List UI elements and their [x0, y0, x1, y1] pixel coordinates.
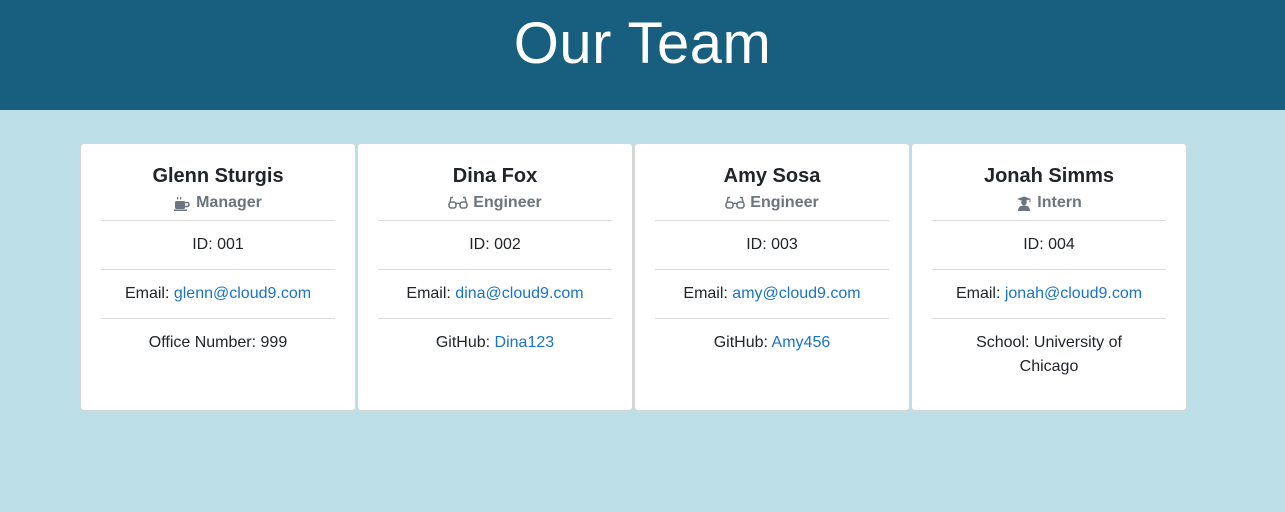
page-title: Our Team — [513, 10, 772, 76]
id-label: ID: — [469, 236, 495, 253]
github-link[interactable]: Amy456 — [772, 334, 831, 351]
employee-name: Jonah Simms — [983, 165, 1115, 187]
card-header: Amy Sosa Engineer — [655, 144, 889, 221]
office-number-row: Office Number: 999 — [101, 319, 335, 367]
email-label: Email: — [955, 285, 1005, 302]
github-label: GitHub: — [435, 334, 495, 351]
card-header: Dina Fox Engineer — [378, 144, 612, 221]
team-cards: Glenn Sturgis Manager ID: 001 Email: gle… — [80, 143, 1187, 411]
id-value: 002 — [494, 236, 521, 253]
id-row: ID: 001 — [101, 221, 335, 270]
school-label: School: — [976, 334, 1034, 351]
graduate-icon — [1016, 196, 1032, 211]
email-link[interactable]: amy@cloud9.com — [732, 285, 860, 302]
glasses-icon — [448, 196, 469, 210]
employee-role: Manager — [101, 192, 335, 214]
employee-role: Engineer — [378, 192, 612, 214]
card-header: Jonah Simms Intern — [932, 144, 1166, 221]
github-row: GitHub: Dina123 — [378, 319, 612, 367]
email-label: Email: — [683, 285, 733, 302]
id-row: ID: 004 — [932, 221, 1166, 270]
employee-name: Dina Fox — [452, 165, 538, 187]
employee-name: Glenn Sturgis — [152, 165, 284, 187]
id-row: ID: 002 — [378, 221, 612, 270]
email-row: Email: dina@cloud9.com — [378, 270, 612, 319]
page-header: Our Team — [0, 0, 1285, 110]
email-row: Email: jonah@cloud9.com — [932, 270, 1166, 319]
id-label: ID: — [192, 236, 218, 253]
github-link[interactable]: Dina123 — [495, 334, 555, 351]
id-value: 003 — [771, 236, 798, 253]
role-label: Engineer — [750, 194, 819, 211]
email-link[interactable]: jonah@cloud9.com — [1005, 285, 1142, 302]
email-link[interactable]: dina@cloud9.com — [455, 285, 583, 302]
office-number-value: 999 — [260, 334, 288, 351]
role-label: Engineer — [473, 194, 542, 211]
glasses-icon — [725, 196, 746, 210]
email-row: Email: amy@cloud9.com — [655, 270, 889, 319]
employee-card-intern: Jonah Simms Intern ID: 004 Email: jonah@… — [911, 143, 1187, 411]
github-label: GitHub: — [713, 334, 772, 351]
id-row: ID: 003 — [655, 221, 889, 270]
github-row: GitHub: Amy456 — [655, 319, 889, 367]
email-label: Email: — [124, 285, 174, 302]
email-label: Email: — [406, 285, 456, 302]
card-header: Glenn Sturgis Manager — [101, 144, 335, 221]
school-value: University of Chicago — [1019, 334, 1122, 375]
employee-role: Intern — [932, 192, 1166, 214]
school-row: School: University of Chicago — [932, 319, 1166, 391]
role-label: Manager — [196, 194, 262, 211]
employee-name: Amy Sosa — [723, 165, 821, 187]
employee-card-engineer: Dina Fox Engineer ID: 002 Email: dina@cl… — [357, 143, 633, 411]
email-link[interactable]: glenn@cloud9.com — [174, 285, 311, 302]
employee-card-manager: Glenn Sturgis Manager ID: 001 Email: gle… — [80, 143, 356, 411]
id-label: ID: — [1023, 236, 1049, 253]
coffee-mug-icon — [174, 196, 191, 211]
office-number-label: Office Number: — [148, 334, 261, 351]
id-value: 001 — [217, 236, 244, 253]
id-value: 004 — [1048, 236, 1075, 253]
role-label: Intern — [1037, 194, 1082, 211]
id-label: ID: — [746, 236, 772, 253]
employee-card-engineer: Amy Sosa Engineer ID: 003 Email: amy@clo… — [634, 143, 910, 411]
employee-role: Engineer — [655, 192, 889, 214]
email-row: Email: glenn@cloud9.com — [101, 270, 335, 319]
